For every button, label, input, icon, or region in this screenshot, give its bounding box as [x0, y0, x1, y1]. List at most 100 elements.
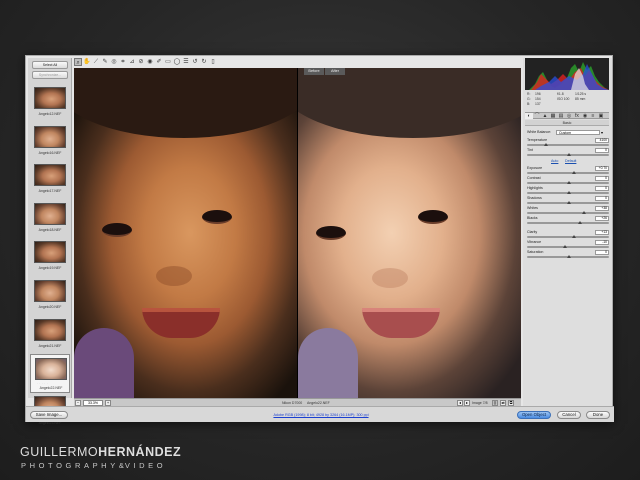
thumbnail-label: Angelo22.NEF — [39, 386, 63, 391]
clarity-field[interactable]: +13 — [595, 230, 609, 235]
b-label: B: — [527, 102, 531, 106]
workflow-options-link[interactable]: Adobe RGB (1998); 8 bit; 4928 by 3264 (1… — [241, 413, 401, 417]
straighten-icon[interactable]: ⊿ — [128, 58, 136, 66]
slider-thumb[interactable] — [572, 235, 576, 238]
filmstrip-item[interactable]: Angelo20.NEF — [30, 277, 70, 316]
panel-title: Basic — [525, 120, 609, 126]
spot-removal-icon[interactable]: ⊘ — [137, 58, 145, 66]
tab-camera-calibration-icon[interactable]: ◉ — [581, 113, 589, 119]
nose — [156, 266, 192, 286]
thumbnail — [34, 279, 66, 302]
rating-stars[interactable]: · · · · · — [37, 381, 48, 385]
vibrance-slider[interactable] — [527, 245, 609, 248]
thumbnail-label: Angelo21.NEF — [38, 343, 62, 348]
white-balance-icon[interactable]: ⟋ — [92, 58, 100, 66]
filmstrip-item[interactable]: Angelo12.NEF — [30, 84, 70, 123]
exposure-field[interactable]: +0.70 — [595, 166, 609, 171]
slider-thumb[interactable] — [567, 255, 571, 258]
tab-snapshots-icon[interactable]: ▣ — [597, 113, 605, 119]
highlights-slider[interactable] — [527, 191, 609, 194]
slider-thumb[interactable] — [544, 143, 548, 146]
done-button[interactable]: Done — [586, 411, 610, 419]
target-adjust-icon[interactable]: ◎ — [110, 58, 118, 66]
red-eye-icon[interactable]: ◉ — [146, 58, 154, 66]
auto-link[interactable]: Auto — [551, 159, 558, 163]
crop-icon[interactable]: ⌗ — [119, 58, 127, 66]
slider-thumb[interactable] — [572, 171, 576, 174]
tab-lens-icon[interactable]: ◎ — [565, 113, 573, 119]
filmstrip-item-selected[interactable]: · · · · · Angelo22.NEF — [30, 354, 70, 393]
synchronize-button[interactable]: Synchronize... — [32, 71, 68, 79]
tab-detail-icon[interactable]: ▲ — [541, 113, 549, 119]
preferences-icon[interactable]: ☰ — [182, 58, 190, 66]
trash-icon[interactable]: ▯ — [209, 58, 217, 66]
panel-tabs: ◐ ⌒ ▲ ▦ ▤ ◎ fx ◉ ≡ ▣ — [525, 112, 609, 119]
tab-presets-icon[interactable]: ≡ — [589, 113, 597, 119]
r-value: 196 — [535, 92, 541, 96]
slider-thumb[interactable] — [567, 201, 571, 204]
filmstrip-item[interactable]: Angelo21.NEF — [30, 316, 70, 355]
aperture: f/1.8 — [557, 92, 564, 96]
slider-thumb[interactable] — [578, 221, 582, 224]
contrast-slider[interactable] — [527, 181, 609, 184]
filmstrip-list: Angelo12.NEF Angelo16.NEF Angelo17.NEF A… — [30, 84, 70, 431]
contrast-field[interactable]: 0 — [595, 176, 609, 181]
save-image-button[interactable]: Save Image... — [30, 411, 68, 419]
rotate-right-icon[interactable]: ↻ — [200, 58, 208, 66]
filmstrip-item[interactable]: Angelo16.NEF — [30, 123, 70, 162]
whites-field[interactable]: +38 — [595, 206, 609, 211]
saturation-slider[interactable] — [527, 255, 609, 258]
whites-slider[interactable] — [527, 211, 609, 214]
temperature-slider[interactable] — [527, 143, 609, 146]
blacks-slider[interactable] — [527, 221, 609, 224]
slider-thumb[interactable] — [567, 153, 571, 156]
tab-split-toning-icon[interactable]: ▤ — [557, 113, 565, 119]
filmstrip-item[interactable]: Angelo17.NEF — [30, 161, 70, 200]
slider-thumb[interactable] — [563, 245, 567, 248]
clarity-slider[interactable] — [527, 235, 609, 238]
exposure-slider[interactable] — [527, 171, 609, 174]
default-link[interactable]: Default — [565, 159, 576, 163]
thumbnail-label: Angelo19.NEF — [38, 266, 62, 271]
white-balance-select[interactable]: Custom — [556, 130, 600, 135]
shadows-label: Shadows — [527, 196, 542, 200]
thumbnail — [35, 358, 67, 381]
graduated-filter-icon[interactable]: ▭ — [164, 58, 172, 66]
tab-tone-curve-icon[interactable]: ⌒ — [533, 113, 541, 119]
readout-info: R: 196 G: 154 B: 137 f/1.8 1/125 s ISO 1… — [527, 92, 609, 110]
blacks-field[interactable]: +26 — [595, 216, 609, 221]
tint-slider[interactable] — [527, 153, 609, 156]
tab-hsl-icon[interactable]: ▦ — [549, 113, 557, 119]
shadows-slider[interactable] — [527, 201, 609, 204]
filmstrip-item[interactable]: Angelo19.NEF — [30, 238, 70, 277]
shadows-field[interactable]: 0 — [595, 196, 609, 201]
slider-thumb[interactable] — [567, 181, 571, 184]
temperature-field[interactable]: 4100 — [595, 138, 609, 143]
camera-raw-window: Select All Synchronize... Angelo12.NEF A… — [25, 55, 614, 425]
select-all-button[interactable]: Select All — [32, 61, 68, 69]
tab-basic-icon[interactable]: ◐ — [525, 113, 533, 119]
hand-icon[interactable]: ✋ — [83, 58, 91, 66]
slider-thumb[interactable] — [567, 191, 571, 194]
color-sampler-icon[interactable]: ✎ — [101, 58, 109, 66]
mouth — [362, 308, 440, 338]
saturation-field[interactable]: 0 — [595, 250, 609, 255]
toolbar: ⌕ ✋ ⟋ ✎ ◎ ⌗ ⊿ ⊘ ◉ ✐ ▭ ◯ ☰ ↺ ↻ ▯ — [74, 58, 217, 67]
brand-tagline: PHOTOGRAPHY&VIDEO — [21, 461, 166, 470]
image-preview[interactable]: Before After — [74, 68, 521, 398]
slider-thumb[interactable] — [582, 211, 586, 214]
open-object-button[interactable]: Open Object — [517, 411, 551, 419]
tint-field[interactable]: 0 — [595, 148, 609, 153]
zoom-icon[interactable]: ⌕ — [74, 58, 82, 66]
radial-filter-icon[interactable]: ◯ — [173, 58, 181, 66]
b-value: 137 — [535, 102, 541, 106]
adjustment-brush-icon[interactable]: ✐ — [155, 58, 163, 66]
rotate-left-icon[interactable]: ↺ — [191, 58, 199, 66]
thumbnail-label: Angelo16.NEF — [38, 150, 62, 155]
exposure-label: Exposure — [527, 166, 543, 170]
vibrance-field[interactable]: -10 — [595, 240, 609, 245]
cancel-button[interactable]: Cancel — [557, 411, 581, 419]
tab-effects-icon[interactable]: fx — [573, 113, 581, 119]
filmstrip-item[interactable]: Angelo18.NEF — [30, 200, 70, 239]
highlights-field[interactable]: 0 — [595, 186, 609, 191]
